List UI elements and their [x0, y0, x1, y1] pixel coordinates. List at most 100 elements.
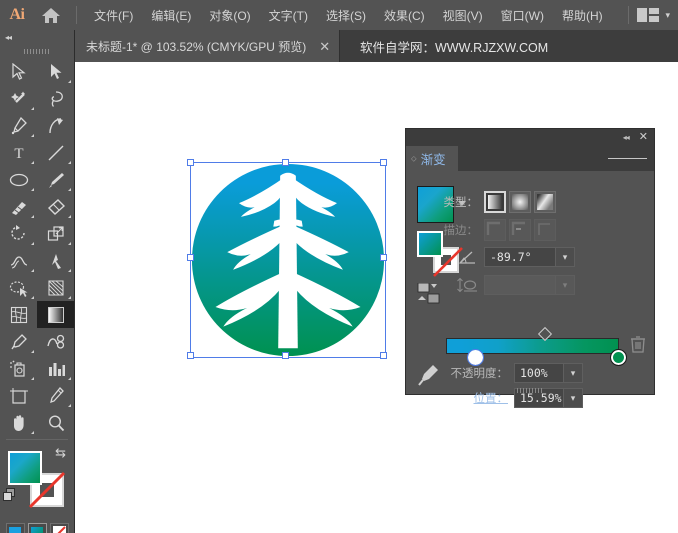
- ellipse-tool[interactable]: [0, 166, 37, 193]
- gradient-slider[interactable]: [446, 326, 627, 366]
- selection-bounding-box[interactable]: [187, 159, 387, 359]
- tool-flyout-indicator: [68, 161, 71, 164]
- selection-handle-br[interactable]: [380, 352, 387, 359]
- default-fill-stroke-icon[interactable]: [1, 486, 19, 509]
- perspective-grid-tool[interactable]: [37, 274, 74, 301]
- eraser-tool[interactable]: [37, 193, 74, 220]
- tool-flyout-indicator: [31, 188, 34, 191]
- slice-tool[interactable]: [37, 382, 74, 409]
- shaper-tool[interactable]: [0, 193, 37, 220]
- rotate-tool[interactable]: [0, 220, 37, 247]
- column-graph-tool[interactable]: [37, 355, 74, 382]
- aspect-ratio-input[interactable]: [484, 275, 556, 295]
- gradient-type-linear[interactable]: [484, 191, 506, 213]
- width-tool[interactable]: [0, 247, 37, 274]
- zoom-tool[interactable]: [37, 409, 74, 436]
- panel-resize-grip[interactable]: [406, 388, 654, 393]
- color-mode-none[interactable]: [49, 523, 69, 533]
- menu-item-file[interactable]: 文件(F): [85, 3, 142, 28]
- panel-tab-grip-icon: ⬦: [411, 153, 417, 163]
- swap-fill-stroke-icon[interactable]: ⇆: [55, 445, 66, 461]
- scale-tool[interactable]: [37, 220, 74, 247]
- aspect-ratio-icon: [418, 276, 484, 294]
- mesh-tool[interactable]: [0, 301, 37, 328]
- stroke-gradient-within[interactable]: [484, 219, 506, 241]
- hand-tool[interactable]: [0, 409, 37, 436]
- magic-wand-tool[interactable]: [0, 85, 37, 112]
- chevron-down-icon: ▾: [665, 9, 670, 20]
- free-transform-tool[interactable]: [37, 247, 74, 274]
- angle-dropdown-chevron-icon[interactable]: ▾: [556, 247, 575, 267]
- selection-handle-tc[interactable]: [282, 159, 289, 166]
- menu-item-edit[interactable]: 编辑(E): [142, 3, 200, 28]
- panel-tab-row: ⬦ 渐变: [406, 146, 654, 171]
- trash-icon[interactable]: [630, 335, 646, 358]
- fill-swatch[interactable]: [8, 451, 42, 485]
- gradient-tool[interactable]: [37, 301, 74, 328]
- selection-handle-tr[interactable]: [380, 159, 387, 166]
- workspace-switcher[interactable]: ▾: [620, 0, 670, 30]
- selection-handle-bl[interactable]: [187, 352, 194, 359]
- selection-tool[interactable]: [0, 58, 37, 85]
- tools-drag-grip[interactable]: [0, 44, 74, 58]
- gradient-opacity-row: 不透明度： 100% ▾: [434, 363, 583, 383]
- artboard-tool[interactable]: [0, 382, 37, 409]
- app-logo: Ai: [9, 6, 26, 23]
- menu-item-help[interactable]: 帮助(H): [553, 3, 612, 28]
- color-mode-flat[interactable]: [5, 523, 25, 533]
- gradient-type-freeform[interactable]: [534, 191, 556, 213]
- tool-flyout-indicator: [68, 188, 71, 191]
- panel-collapse-icon[interactable]: ◂◂: [623, 133, 630, 142]
- selection-handle-ml[interactable]: [187, 254, 194, 261]
- aspect-dropdown-chevron-icon[interactable]: ▾: [556, 275, 575, 295]
- tools-divider: [6, 439, 68, 440]
- color-mode-gradient[interactable]: [27, 523, 47, 533]
- tool-flyout-indicator: [68, 404, 71, 407]
- gradient-type-row: 类型：: [418, 191, 559, 213]
- angle-input[interactable]: -89.7°: [484, 247, 556, 267]
- menu-item-select[interactable]: 选择(S): [317, 3, 375, 28]
- gradient-type-radial[interactable]: [509, 191, 531, 213]
- tab-gradient[interactable]: ⬦ 渐变: [406, 146, 458, 171]
- none-icon: [52, 526, 66, 533]
- tool-flyout-indicator: [31, 431, 34, 434]
- menu-item-effect[interactable]: 效果(C): [375, 3, 434, 28]
- blend-tool[interactable]: [37, 328, 74, 355]
- panel-menu-icon[interactable]: [608, 146, 647, 171]
- selection-handle-bc[interactable]: [282, 352, 289, 359]
- eyedropper-tool[interactable]: [0, 328, 37, 355]
- close-icon[interactable]: ✕: [306, 40, 339, 53]
- tools-collapse-button[interactable]: ◂◂: [0, 30, 74, 44]
- gradient-type-label: 类型：: [443, 197, 479, 209]
- panel-title-bar[interactable]: ◂◂ ✕: [406, 129, 654, 146]
- stroke-gradient-along[interactable]: [509, 219, 531, 241]
- panel-close-icon[interactable]: ✕: [639, 132, 648, 143]
- opacity-dropdown-chevron-icon[interactable]: ▾: [564, 363, 583, 383]
- tools-panel: ◂◂ T ⇆: [0, 30, 75, 533]
- paintbrush-tool[interactable]: [37, 166, 74, 193]
- stroke-gradient-across[interactable]: [534, 219, 556, 241]
- tool-flyout-indicator: [31, 296, 34, 299]
- symbol-sprayer-tool[interactable]: [0, 355, 37, 382]
- document-tab[interactable]: 未标题-1* @ 103.52% (CMYK/GPU 预览) ✕: [74, 30, 341, 62]
- menu-item-window[interactable]: 窗口(W): [492, 3, 553, 28]
- home-icon[interactable]: [34, 0, 68, 30]
- menu-item-object[interactable]: 对象(O): [200, 3, 259, 28]
- lasso-tool[interactable]: [37, 85, 74, 112]
- direct-selection-tool[interactable]: [37, 58, 74, 85]
- pen-tool[interactable]: [0, 112, 37, 139]
- line-segment-tool[interactable]: [37, 139, 74, 166]
- gradient-stop-end[interactable]: [610, 349, 627, 366]
- workspace-layout-icon: [637, 8, 660, 22]
- type-tool[interactable]: T: [0, 139, 37, 166]
- document-tab-label: 未标题-1* @ 103.52% (CMYK/GPU 预览): [86, 39, 307, 54]
- selection-handle-mr[interactable]: [380, 254, 387, 261]
- menu-item-view[interactable]: 视图(V): [434, 3, 492, 28]
- menu-bar: Ai 文件(F) 编辑(E) 对象(O) 文字(T) 选择(S) 效果(C) 视…: [0, 0, 678, 30]
- tool-flyout-indicator: [68, 242, 71, 245]
- shape-builder-tool[interactable]: [0, 274, 37, 301]
- curvature-tool[interactable]: [37, 112, 74, 139]
- menu-item-type[interactable]: 文字(T): [260, 3, 317, 28]
- opacity-input[interactable]: 100%: [514, 363, 564, 383]
- selection-handle-tl[interactable]: [187, 159, 194, 166]
